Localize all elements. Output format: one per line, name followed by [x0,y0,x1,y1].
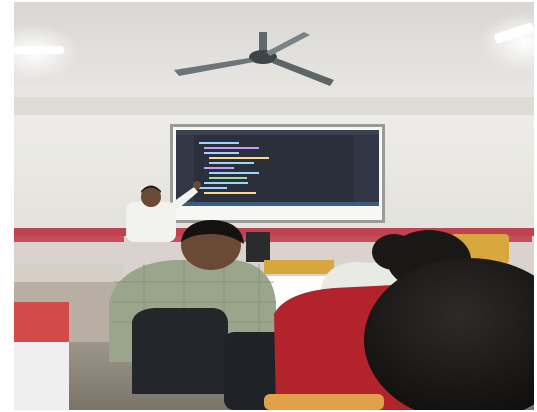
monitor [246,232,270,262]
projection-screen [170,124,385,223]
desk-left [14,264,124,282]
desk-red-cloth [14,302,69,342]
classroom-photo [14,2,534,410]
classroom-scene [14,2,534,410]
projected-code-editor [176,130,379,202]
seat-orange [264,394,384,410]
wall-beam [14,97,534,115]
ceiling-light-tube-left [14,46,64,54]
photo-frame [0,0,537,412]
counter-stripe [14,236,124,242]
